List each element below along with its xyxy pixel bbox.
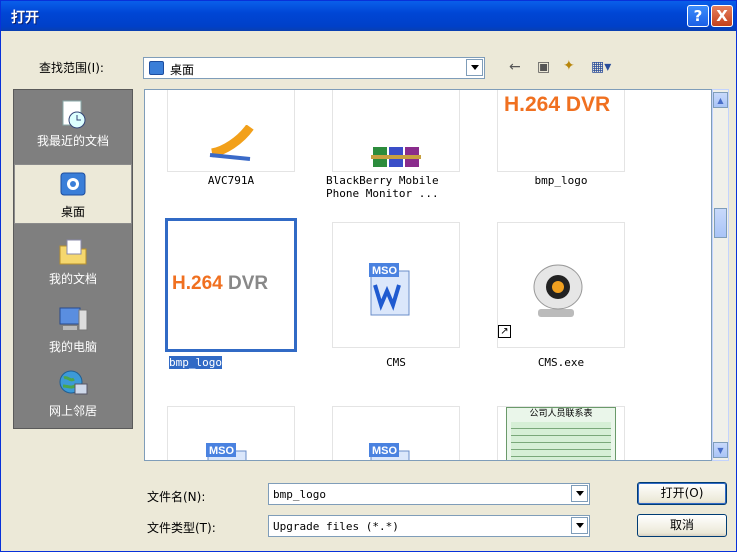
look-in-value: 桌面 [170, 63, 195, 77]
file-tile[interactable]: 公司人员联系表 [497, 406, 625, 460]
filename-dropdown-button[interactable] [571, 485, 588, 502]
look-in-label: 查找范围(I): [39, 61, 104, 75]
file-tile[interactable]: H.264 DVR [497, 90, 625, 172]
desktop-icon [149, 61, 164, 75]
filetype-label: 文件类型(T): [147, 521, 216, 535]
my-documents-icon [57, 236, 89, 268]
app-icon [209, 125, 254, 161]
mso-badge: MSO [372, 445, 398, 457]
dialog-title: 打开 [11, 10, 39, 26]
place-label: 我的电脑 [48, 340, 97, 354]
desktop-icon [57, 169, 89, 201]
file-name-selected[interactable]: bmp_logo [151, 355, 311, 370]
close-button[interactable]: X [711, 5, 733, 27]
place-label: 我的文档 [48, 272, 97, 286]
place-network[interactable]: 网上邻居 [14, 368, 132, 419]
scroll-down-icon[interactable]: ▼ [713, 442, 728, 458]
file-name[interactable]: bmp_logo [481, 174, 641, 187]
spreadsheet-thumbnail: 公司人员联系表 [506, 407, 616, 460]
file-tile[interactable] [332, 90, 460, 172]
file-name[interactable]: BlackBerry Mobile Phone Monitor ... [316, 174, 476, 200]
file-list-view[interactable]: AVC791A BlackBerry Mobile Phone Monitor … [144, 89, 712, 461]
help-button[interactable]: ? [687, 5, 709, 27]
network-icon [57, 368, 89, 400]
image-thumbnail: H.264 DVR [172, 273, 269, 294]
places-bar: 我最近的文档 桌面 我的文档 我的电脑 网上邻居 [13, 89, 133, 429]
scroll-up-icon[interactable]: ▲ [713, 92, 728, 108]
filetype-value: Upgrade files (*.*) [273, 520, 399, 533]
place-recent-documents[interactable]: 我最近的文档 [14, 98, 132, 149]
place-label: 网上邻居 [48, 404, 97, 418]
shortcut-arrow-icon: ↗ [498, 325, 511, 338]
file-tile[interactable]: MSO [332, 222, 460, 348]
file-name[interactable]: CMS [316, 356, 476, 369]
new-folder-icon[interactable]: ✦ [563, 58, 575, 74]
vertical-scrollbar[interactable]: ▲ ▼ [712, 89, 729, 461]
file-tile[interactable]: ↗ [497, 222, 625, 348]
file-tile[interactable]: MSO [167, 406, 295, 460]
svg-text:MSO: MSO [372, 265, 398, 277]
open-button[interactable]: 打开(O) [637, 482, 727, 505]
mso-badge: MSO [209, 445, 235, 457]
place-my-computer[interactable]: 我的电脑 [14, 304, 132, 355]
place-label: 我最近的文档 [36, 134, 109, 148]
word-doc-icon: MSO [206, 443, 247, 460]
file-tile[interactable] [167, 90, 295, 172]
place-my-documents[interactable]: 我的文档 [14, 236, 132, 287]
archive-icon [371, 147, 421, 167]
filetype-combo[interactable]: Upgrade files (*.*) [268, 515, 590, 537]
title-bar[interactable]: 打开 ? X [1, 1, 736, 31]
cancel-button[interactable]: 取消 [637, 514, 727, 537]
recent-docs-icon [57, 98, 89, 130]
look-in-dropdown-button[interactable] [466, 59, 483, 76]
filename-combo[interactable]: bmp_logo [268, 483, 590, 505]
my-computer-icon [57, 304, 89, 336]
file-name[interactable]: AVC791A [151, 174, 311, 187]
filename-input[interactable]: bmp_logo [273, 488, 326, 501]
image-thumbnail: H.264 DVR [504, 93, 611, 116]
back-icon[interactable]: ← [509, 59, 521, 75]
scroll-thumb[interactable] [714, 208, 727, 238]
up-folder-icon[interactable]: ▣ [537, 59, 550, 75]
file-tile[interactable]: MSO [332, 406, 460, 460]
filename-label: 文件名(N): [147, 490, 206, 504]
file-name[interactable]: CMS.exe [481, 356, 641, 369]
open-file-dialog: 打开 ? X 查找范围(I): 桌面 ← ▣ ✦ ▦▾ 我最近的文档 桌面 我的… [0, 0, 737, 552]
spreadsheet-title: 公司人员联系表 [529, 409, 593, 419]
word-doc-icon: MSO [369, 263, 410, 316]
webcam-icon [533, 264, 583, 317]
filetype-dropdown-button[interactable] [571, 517, 588, 534]
place-desktop[interactable]: 桌面 [14, 164, 132, 224]
look-in-combo[interactable]: 桌面 [143, 57, 485, 79]
word-doc-icon: MSO [369, 443, 410, 460]
views-menu-icon[interactable]: ▦▾ [591, 59, 611, 75]
place-label: 桌面 [60, 205, 85, 219]
file-tile-selected[interactable]: H.264 DVR [165, 218, 297, 352]
